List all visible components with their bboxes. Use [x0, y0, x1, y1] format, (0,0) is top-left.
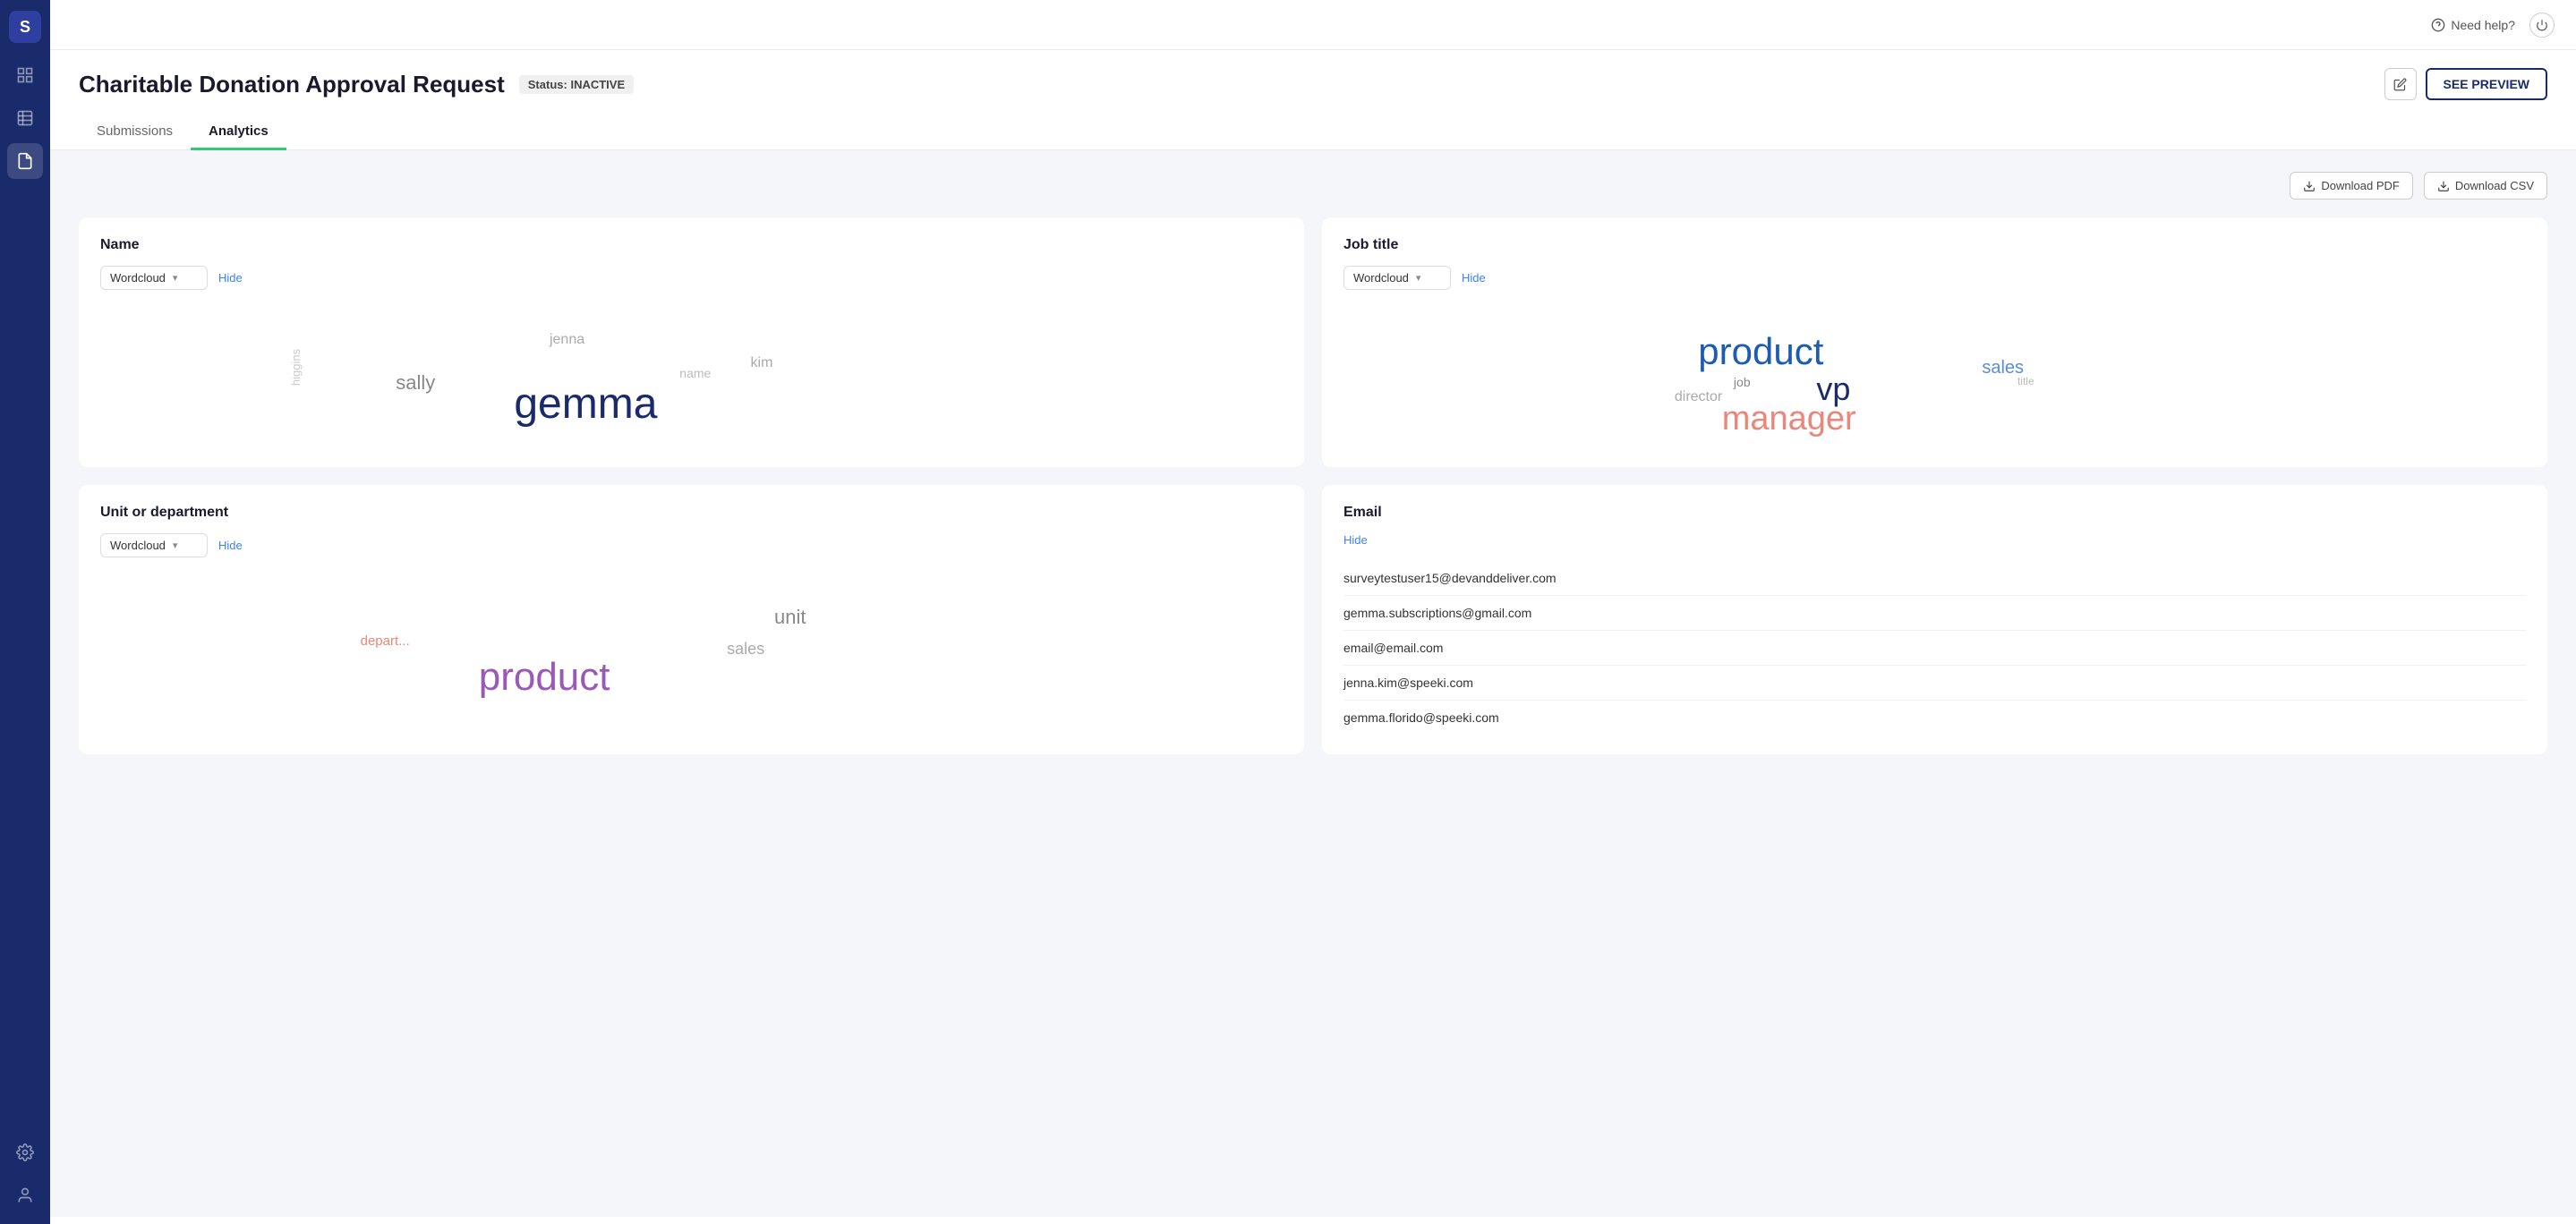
word-director: director [1675, 390, 1722, 404]
name-card-title: Name [100, 237, 1283, 253]
sidebar: S [0, 0, 50, 1224]
name-card: Name Wordcloud ▾ Hide gemma sally jenna … [79, 217, 1304, 467]
job-title-card-title: Job title [1343, 237, 2526, 253]
main-content: Need help? Charitable Donation Approval … [50, 0, 2576, 1224]
word-sales-dept: sales [727, 641, 764, 657]
unit-dept-wordcloud-select[interactable]: Wordcloud ▾ [100, 533, 208, 557]
word-sales: sales [1982, 359, 2024, 377]
word-kim: kim [751, 356, 773, 370]
analytics-content: Download PDF Download CSV Name Wordcloud… [50, 150, 2576, 1217]
word-gemma: gemma [514, 383, 657, 426]
page-title: Charitable Donation Approval Request [79, 71, 505, 98]
download-pdf-button[interactable]: Download PDF [2290, 172, 2412, 200]
list-item: email@email.com [1343, 631, 2526, 666]
download-csv-button[interactable]: Download CSV [2424, 172, 2547, 200]
cards-grid: Name Wordcloud ▾ Hide gemma sally jenna … [79, 217, 2547, 754]
word-title: title [2017, 376, 2034, 387]
email-card: Email Hide surveytestuser15@devanddelive… [1322, 485, 2547, 754]
email-list: surveytestuser15@devanddeliver.com gemma… [1343, 561, 2526, 735]
word-name: name [679, 367, 711, 379]
list-item: gemma.florido@speeki.com [1343, 701, 2526, 735]
tab-submissions[interactable]: Submissions [79, 115, 191, 150]
word-sally: sally [396, 373, 435, 393]
page: Charitable Donation Approval Request Sta… [50, 50, 2576, 1224]
settings-icon[interactable] [7, 1135, 43, 1170]
chevron-down-icon: ▾ [173, 272, 178, 284]
name-hide-link[interactable]: Hide [218, 271, 243, 285]
sidebar-item-chart[interactable] [7, 100, 43, 136]
word-higgins: higgins [290, 349, 302, 386]
list-item: gemma.subscriptions@gmail.com [1343, 596, 2526, 631]
list-item: surveytestuser15@devanddeliver.com [1343, 561, 2526, 596]
job-title-card: Job title Wordcloud ▾ Hide product manag… [1322, 217, 2547, 467]
job-title-wordcloud: product manager vp sales director job ti… [1343, 304, 2526, 447]
topbar: Need help? [50, 0, 2576, 50]
power-button[interactable] [2529, 13, 2555, 38]
preview-button[interactable]: SEE PREVIEW [2426, 68, 2547, 100]
job-title-hide-link[interactable]: Hide [1462, 271, 1486, 285]
header-actions: SEE PREVIEW [2384, 68, 2547, 100]
list-item: jenna.kim@speeki.com [1343, 666, 2526, 701]
help-button[interactable]: Need help? [2431, 18, 2515, 32]
name-card-controls: Wordcloud ▾ Hide [100, 266, 1283, 290]
page-header: Charitable Donation Approval Request Sta… [50, 50, 2576, 150]
unit-dept-wordcloud: product unit sales depart... [100, 572, 1283, 715]
name-wordcloud: gemma sally jenna kim name higgins [100, 304, 1283, 447]
status-badge: Status: INACTIVE [519, 75, 634, 94]
job-title-wordcloud-select[interactable]: Wordcloud ▾ [1343, 266, 1451, 290]
user-icon[interactable] [7, 1177, 43, 1213]
sidebar-item-document[interactable] [7, 143, 43, 179]
unit-dept-hide-link[interactable]: Hide [218, 539, 243, 552]
job-title-card-controls: Wordcloud ▾ Hide [1343, 266, 2526, 290]
tabs: Submissions Analytics [79, 115, 2547, 149]
email-card-title: Email [1343, 505, 2526, 521]
word-product-dept: product [479, 658, 610, 697]
word-unit: unit [774, 608, 806, 627]
email-card-controls: Hide [1343, 533, 2526, 547]
word-jenna: jenna [550, 333, 584, 347]
tab-analytics[interactable]: Analytics [191, 115, 286, 150]
edit-button[interactable] [2384, 68, 2417, 100]
sidebar-logo[interactable]: S [9, 11, 41, 43]
word-depart: depart... [361, 634, 410, 648]
download-bar: Download PDF Download CSV [79, 172, 2547, 200]
email-hide-link[interactable]: Hide [1343, 533, 1368, 547]
chevron-down-icon: ▾ [173, 540, 178, 551]
name-wordcloud-select[interactable]: Wordcloud ▾ [100, 266, 208, 290]
word-vp: vp [1816, 373, 1850, 405]
unit-department-card-title: Unit or department [100, 505, 1283, 521]
word-job: job [1734, 376, 1751, 388]
unit-department-card: Unit or department Wordcloud ▾ Hide prod… [79, 485, 1304, 754]
word-product: product [1698, 333, 1823, 370]
unit-department-card-controls: Wordcloud ▾ Hide [100, 533, 1283, 557]
sidebar-item-home[interactable] [7, 57, 43, 93]
chevron-down-icon: ▾ [1416, 272, 1421, 284]
